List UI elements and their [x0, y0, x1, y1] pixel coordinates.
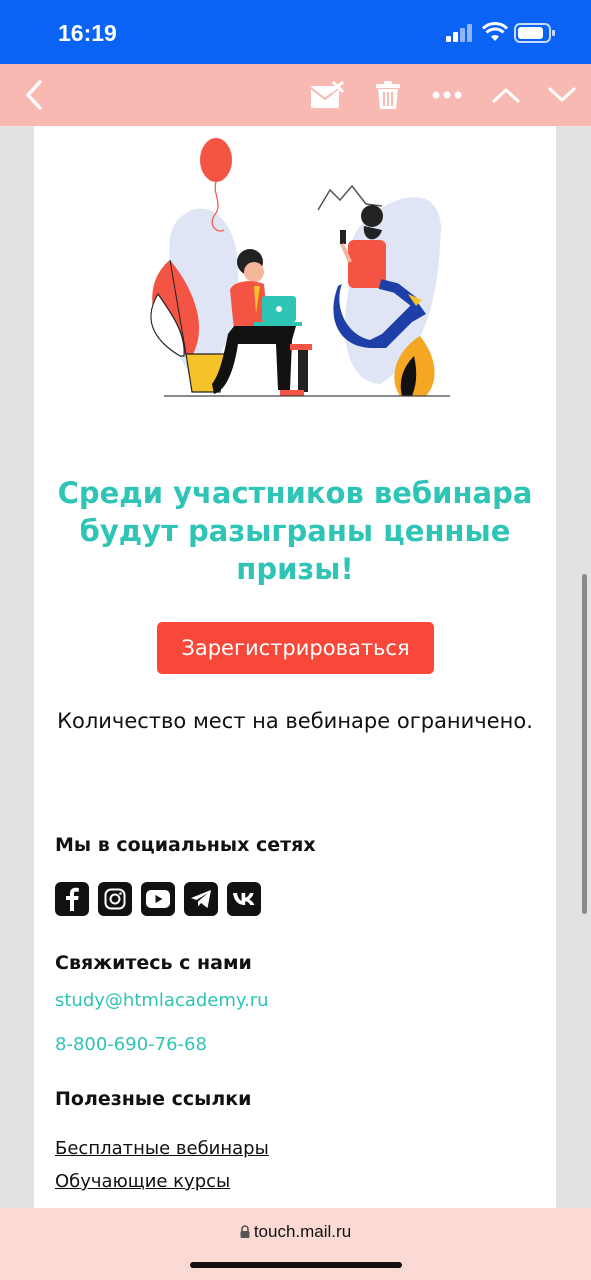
trash-icon	[376, 81, 400, 109]
limited-seats-text: Количество мест на вебинаре ограничено.	[57, 709, 533, 733]
email-link[interactable]: study@htmlacademy.ru	[55, 990, 269, 1011]
mark-unread-icon	[310, 80, 345, 108]
url-text: touch.mail.ru	[253, 1222, 352, 1241]
next-message-button[interactable]	[546, 64, 578, 126]
promo-headline: Среди участников вебинара будут разыгран…	[57, 476, 533, 586]
telegram-icon[interactable]	[184, 882, 218, 916]
battery-icon	[514, 22, 556, 48]
courses-link[interactable]: Обучающие курсы	[55, 1171, 230, 1192]
useful-links-title: Полезные ссылки	[55, 1088, 252, 1110]
chevron-left-icon	[26, 80, 42, 110]
phone-link[interactable]: 8-800-690-76-68	[55, 1034, 207, 1055]
status-time: 16:19	[58, 20, 117, 46]
chevron-up-icon	[492, 88, 520, 103]
register-button[interactable]: Зарегистрироваться	[157, 622, 434, 674]
scrollbar-thumb[interactable]	[582, 574, 587, 914]
cellular-signal-icon	[446, 24, 474, 46]
socials-title: Мы в социальных сетях	[55, 834, 316, 856]
previous-message-button[interactable]	[490, 64, 522, 126]
lock-icon	[240, 1223, 250, 1243]
email-card: Среди участников вебинара будут разыгран…	[34, 126, 556, 1208]
mark-unread-button[interactable]	[308, 64, 346, 126]
browser-url-bar[interactable]: touch.mail.ru	[0, 1208, 591, 1280]
instagram-icon[interactable]	[98, 882, 132, 916]
delete-button[interactable]	[372, 64, 404, 126]
vk-icon[interactable]	[227, 882, 261, 916]
chevron-down-icon	[548, 87, 576, 102]
facebook-icon[interactable]	[55, 882, 89, 916]
mail-toolbar	[0, 64, 591, 126]
contact-title: Свяжитесь с нами	[55, 952, 252, 974]
more-icon	[432, 91, 462, 99]
youtube-icon[interactable]	[141, 882, 175, 916]
back-button[interactable]	[18, 64, 50, 126]
email-body[interactable]: Среди участников вебинара будут разыгран…	[0, 126, 591, 1208]
status-bar: 16:19	[0, 0, 591, 64]
home-indicator[interactable]	[190, 1262, 402, 1268]
social-links	[55, 882, 261, 916]
more-button[interactable]	[430, 64, 464, 126]
free-webinars-link[interactable]: Бесплатные вебинары	[55, 1138, 269, 1159]
wifi-icon	[481, 22, 509, 46]
webinar-illustration	[150, 138, 450, 397]
